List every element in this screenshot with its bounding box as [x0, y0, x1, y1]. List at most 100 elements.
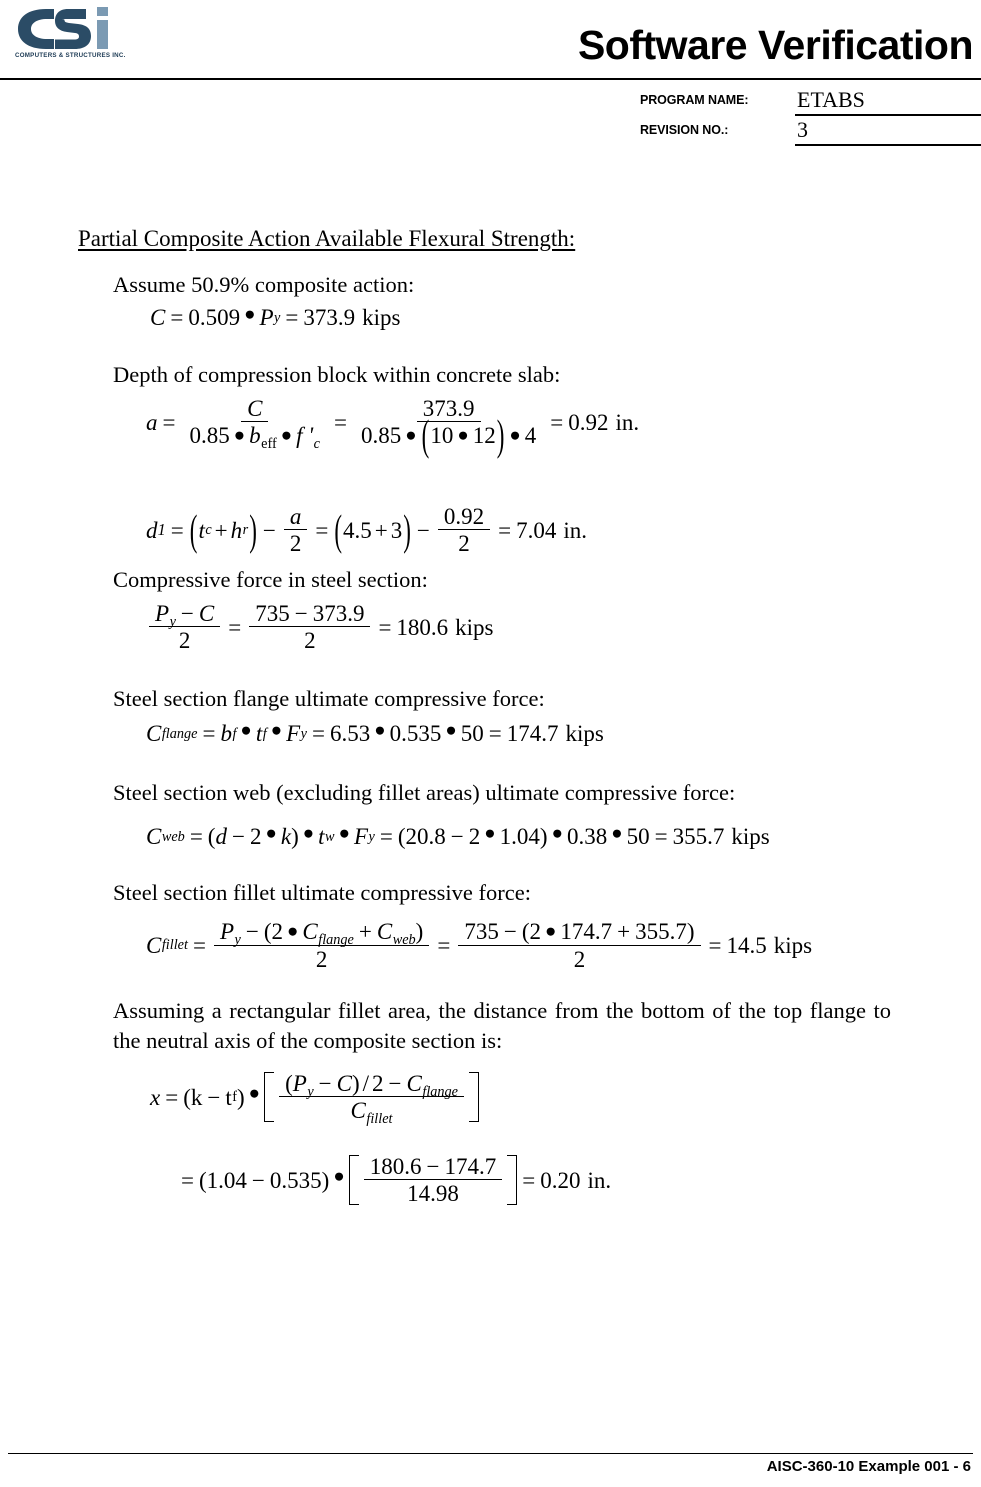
eq-x-Cfillet-sub: fillet: [366, 1110, 393, 1127]
eq-x-fraction-1: (Py − C)/2− Cflange Cfillet: [279, 1071, 464, 1126]
eq-x-P-sub: y: [307, 1083, 314, 1100]
eq-x-P: P: [292, 1071, 307, 1096]
eq-x-result: 0.20: [540, 1167, 581, 1193]
eq-PyC-C: C: [198, 601, 215, 626]
eq-C-var: P: [259, 305, 274, 330]
eq-Cfillet-Cf: C: [302, 919, 318, 944]
assuming-paragraph: Assuming a rectangular fillet area, the …: [113, 998, 891, 1053]
eq-x-t: t: [225, 1084, 232, 1110]
eq-Cweb-v1: 20.8: [405, 824, 446, 849]
eq-d1-lhs: d: [146, 517, 158, 543]
eq-d1-h: h: [230, 517, 243, 543]
eq-x-unit: in.: [587, 1167, 612, 1193]
equation-a: a = C 0.85 ● beff ● f 'c = 373.9 0.85 ● (10 ● 12…: [146, 396, 640, 460]
eq-Cfillet-num1: Py − (2 ● Cflange + Cweb): [213, 919, 430, 948]
eq-Cflange-t: t: [255, 721, 263, 746]
eq-a-den1-b-sub: eff: [261, 435, 277, 452]
eq-PyC-fraction-1: Py − C 2: [149, 601, 221, 653]
eq-x-bracket-right: [467, 1072, 479, 1122]
eq-Cfillet-den1: 2: [315, 946, 328, 972]
eq-x-C: C: [336, 1071, 352, 1096]
eq-d1-n-den: 2: [458, 531, 470, 556]
eq-x-Cflange: C: [406, 1071, 422, 1096]
revision-label: REVISION NO.:: [640, 123, 729, 137]
compressive-force-line: Compressive force in steel section:: [113, 567, 428, 592]
eq-d1-n-num: 0.92: [437, 505, 491, 530]
eq-Cweb-v3: 1.04: [499, 824, 540, 849]
equation-Cweb: Cweb = ( d − 2 ● k ) ● tw ● Fy = ( 20.8 …: [146, 822, 770, 849]
eq-a-num1: C: [241, 397, 269, 422]
eq-Cfillet-fraction-1: Py − (2 ● Cflange + Cweb) 2: [213, 919, 430, 972]
eq-C-unit: kips: [362, 305, 401, 330]
eq-d1-fraction-n: 0.92 2: [437, 505, 491, 556]
eq-Cflange-v1: 6.53: [329, 721, 371, 746]
eq-Cfillet-fraction-2: 735− (2 ● 174.7 +355.7) 2: [458, 919, 701, 972]
flange-force-line: Steel section flange ultimate compressiv…: [113, 686, 545, 711]
eq-x-n-num-a: 180.6: [369, 1154, 422, 1179]
assume-line: Assume 50.9% composite action:: [113, 272, 415, 297]
eq-Cfillet-n1: 735: [464, 919, 499, 944]
eq-a-fraction-1: C 0.85 ● beff ● f 'c: [183, 397, 326, 452]
equation-Cflange: Cflange = bf ● tf ● Fy = 6.53 ● 0.535 ● …: [146, 719, 604, 746]
eq-PyC-fraction-2: 735−373.9 2: [249, 601, 371, 653]
depth-line: Depth of compression block within concre…: [113, 362, 561, 387]
revision-row: REVISION NO.: 3: [640, 116, 981, 146]
eq-Cfillet-n4: 355.7: [635, 919, 687, 944]
equation-x-line1: x = ( k − tf ) ● (Py − C)/2− Cflange Cfille…: [150, 1071, 479, 1126]
web-force-line: Steel section web (excluding fillet area…: [113, 780, 736, 805]
eq-PyC-num1: Py − C: [149, 601, 221, 629]
eq-Cfillet-lhs: C: [146, 932, 162, 958]
eq-a-den1-f-sub: c: [313, 435, 320, 452]
eq-Cweb-F: F: [353, 824, 369, 849]
equation-Py-minus-C: Py − C 2 = 735−373.9 2 = 180.6 kips: [146, 602, 494, 652]
program-name-field: ETABS: [795, 86, 981, 116]
revision-field: 3: [795, 116, 981, 146]
eq-d1-a-num: a: [283, 505, 308, 530]
eq-d1-v2: 3: [390, 517, 403, 543]
eq-a-fraction-2: 373.9 0.85 ● (10 ● 12) ● 4: [355, 397, 542, 460]
eq-Cfillet-P-sub: y: [234, 931, 241, 948]
document-page: COMPUTERS & STRUCTURES INC. Software Ver…: [0, 0, 981, 1487]
eq-a-den2-p2: 12: [472, 423, 496, 448]
equation-x-line2: = ( 1.04 − 0.535 ) ● 180.6−174.7 14.98 =…: [181, 1154, 612, 1206]
csi-logo-icon: [18, 7, 108, 49]
header-divider: [0, 78, 981, 80]
eq-Cweb-v5: 50: [626, 824, 650, 849]
eq-Cfillet-n2: 2: [529, 919, 541, 944]
eq-C-result: 373.9: [303, 305, 356, 330]
eq-C-lhs: C: [150, 305, 166, 330]
eq-d1-t: t: [198, 517, 205, 543]
eq-Cfillet-den2: 2: [573, 946, 586, 972]
eq-a-result: 0.92: [568, 409, 609, 435]
eq-a-unit: in.: [615, 409, 640, 435]
revision-value: 3: [797, 117, 808, 142]
eq-Cweb-v2: 2: [468, 824, 481, 849]
page-header: COMPUTERS & STRUCTURES INC. Software Ver…: [0, 0, 981, 160]
eq-PyC-den2: 2: [304, 628, 316, 653]
eq-Cweb-result: 355.7: [672, 824, 725, 849]
eq-d1-unit: in.: [563, 517, 588, 543]
eq-PyC-num2-b: 373.9: [312, 601, 365, 626]
eq-a-den2: 0.85 ● (10 ● 12) ● 4: [360, 411, 537, 460]
eq-Cflange-v3: 50: [460, 721, 484, 746]
eq-x-Cfillet: C: [350, 1098, 366, 1123]
eq-PyC-P: P: [155, 601, 170, 626]
eq-Cweb-two: 2: [249, 824, 262, 849]
eq-Cfillet-Cw: C: [376, 919, 393, 944]
eq-C-coefficient: 0.509: [188, 305, 241, 330]
eq-x-lhs: x: [150, 1084, 161, 1110]
eq-a-den1-c: 0.85: [189, 423, 230, 448]
eq-x-den1: Cfillet: [345, 1097, 399, 1126]
footer-reference: AISC-360-10 Example 001 - 6: [766, 1458, 971, 1475]
eq-a-den1: 0.85 ● beff ● f 'c: [189, 423, 320, 452]
equation-C: C = 0.509 ● Py = 373.9 kips: [150, 303, 401, 330]
eq-x-v2: 0.535: [269, 1167, 322, 1193]
eq-Cfillet-Cw-sub: web: [392, 931, 416, 948]
page-title: Software Verification: [577, 22, 974, 68]
eq-Cweb-v4: 0.38: [566, 824, 608, 849]
eq-PyC-result: 180.6: [396, 614, 449, 640]
header-meta: PROGRAM NAME: ETABS REVISION NO.: 3: [640, 86, 981, 146]
eq-PyC-den1: 2: [178, 628, 191, 653]
eq-x-num1: (Py − C)/2− Cflange: [279, 1071, 464, 1100]
program-name-label: PROGRAM NAME:: [640, 93, 749, 107]
